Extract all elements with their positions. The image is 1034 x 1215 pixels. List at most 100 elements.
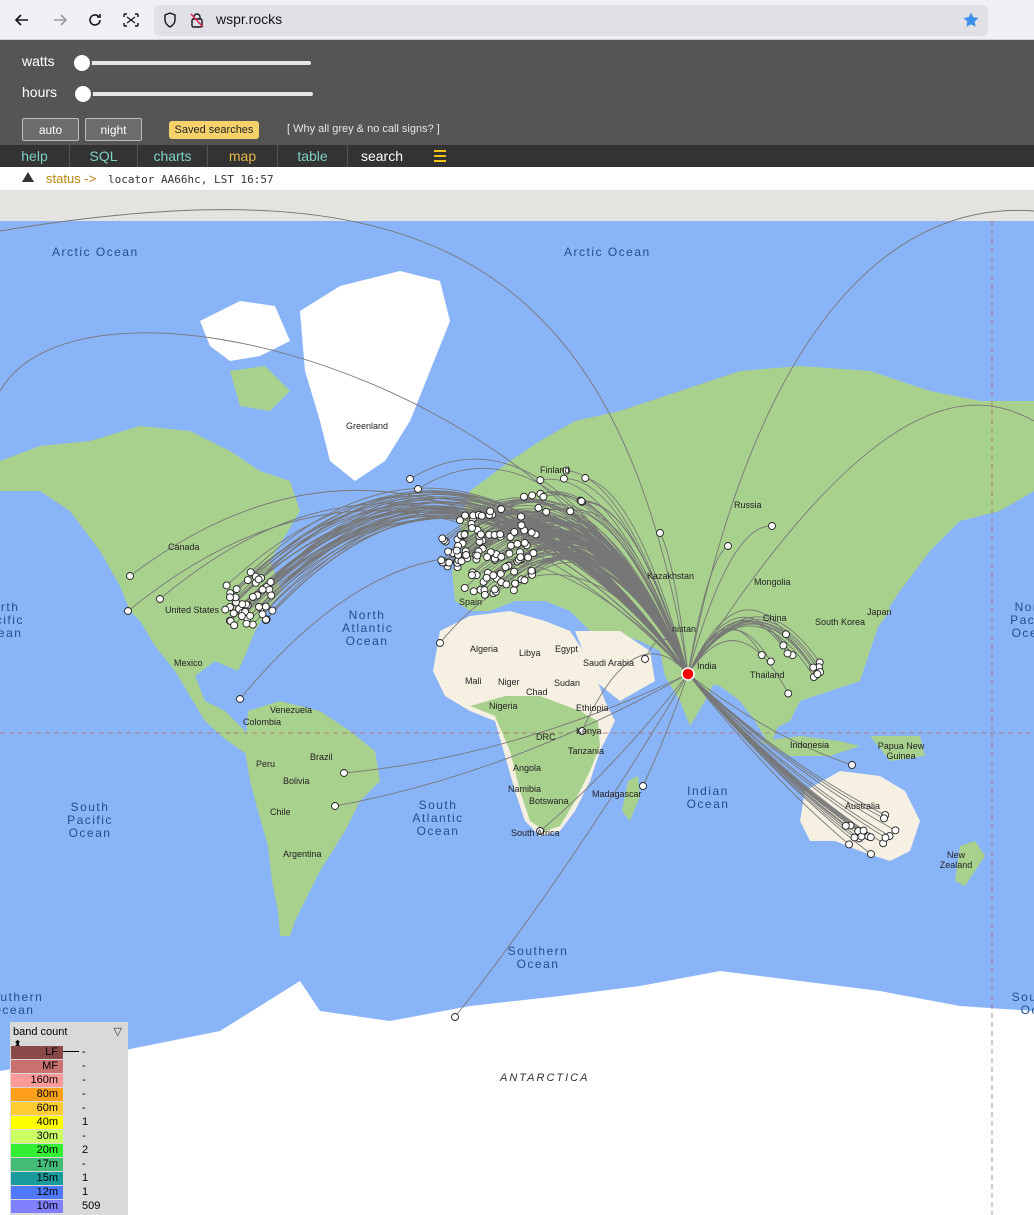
url-bar[interactable]: wspr.rocks <box>154 5 988 36</box>
legend-row-30m[interactable]: 30m - <box>10 1130 128 1144</box>
auto-button[interactable]: auto <box>22 118 79 141</box>
hours-slider-track[interactable] <box>80 92 313 96</box>
spot-marker <box>232 585 241 594</box>
spot-marker <box>809 663 818 672</box>
spot-marker <box>520 576 529 585</box>
tab-search[interactable]: search <box>348 145 416 167</box>
why-grey-link[interactable]: [ Why all grey & no call signs? ] <box>287 123 440 135</box>
spot-marker <box>536 476 545 485</box>
legend-row-10m[interactable]: 10m 509 <box>10 1200 128 1214</box>
spot-marker <box>513 539 522 548</box>
forward-arrow-icon[interactable] <box>46 6 74 34</box>
place-label: Thailand <box>750 670 785 680</box>
spot-marker <box>501 563 510 572</box>
spot-marker <box>222 581 231 590</box>
band-legend: band count ⬍ ▽ LF - MF -160m -80m -60m -40m 1 30… <box>10 1022 128 1215</box>
ocean-label: South Atlantic Ocean <box>412 798 464 838</box>
ocean-label: North Pacific Ocean <box>1010 600 1034 640</box>
legend-count: 1 <box>82 1186 89 1198</box>
spot-marker <box>768 522 776 530</box>
tab-bar: help SQL charts map table search <box>0 145 1034 167</box>
spot-marker <box>246 568 255 577</box>
spot-marker <box>469 587 478 596</box>
spot-marker <box>476 530 485 539</box>
spot-marker <box>848 761 856 769</box>
screenshot-icon[interactable] <box>117 6 145 34</box>
spot-marker <box>560 474 568 483</box>
legend-row-60m[interactable]: 60m - <box>10 1102 128 1116</box>
reload-icon[interactable] <box>81 6 109 34</box>
bookmark-star-icon[interactable] <box>962 11 980 33</box>
spot-marker <box>266 577 275 586</box>
spot-marker <box>248 620 257 629</box>
status-toggle[interactable]: status -> <box>46 171 96 186</box>
legend-row-15m[interactable]: 15m 1 <box>10 1172 128 1186</box>
legend-row-MF[interactable]: MF - <box>10 1060 128 1074</box>
spot-marker <box>124 607 132 615</box>
place-label: United States <box>165 605 220 615</box>
place-label: Niger <box>498 677 520 687</box>
ocean-label: Southern Ocean <box>0 990 44 1017</box>
saved-searches-button[interactable]: Saved searches <box>169 121 259 139</box>
legend-swatch: 160m <box>11 1074 63 1087</box>
legend-row-LF[interactable]: LF - <box>10 1046 128 1060</box>
shield-icon[interactable] <box>163 12 177 32</box>
legend-row-160m[interactable]: 160m - <box>10 1074 128 1088</box>
spot-marker <box>460 530 469 539</box>
spot-marker <box>238 600 247 609</box>
spot-marker <box>581 474 590 482</box>
hamburger-menu-icon[interactable] <box>434 150 446 162</box>
place-label: Chile <box>270 807 291 817</box>
place-label: Bolivia <box>283 776 310 786</box>
watts-slider-track[interactable] <box>80 61 311 65</box>
filter-icon[interactable]: ▽ <box>114 1025 122 1038</box>
spot-marker <box>783 649 792 658</box>
spot-marker <box>268 606 277 615</box>
ocean-label: North Atlantic Ocean <box>342 608 394 648</box>
insecure-lock-icon[interactable] <box>189 12 205 32</box>
back-arrow-icon[interactable] <box>8 6 36 34</box>
legend-swatch: 10m <box>11 1200 63 1213</box>
spot-marker <box>724 542 732 550</box>
legend-row-12m[interactable]: 12m 1 <box>10 1186 128 1200</box>
place-label: Angola <box>513 763 542 773</box>
hours-slider-thumb[interactable] <box>73 84 93 104</box>
world-map[interactable]: Arctic Ocean Arctic Ocean North Atlantic… <box>0 191 1034 1215</box>
spot-marker <box>445 558 453 567</box>
spot-marker <box>156 595 164 603</box>
spot-marker <box>258 585 267 594</box>
tab-sql[interactable]: SQL <box>70 145 138 167</box>
legend-row-80m[interactable]: 80m - <box>10 1088 128 1102</box>
place-label: Colombia <box>243 717 282 727</box>
spot-marker <box>460 584 469 592</box>
spot-marker <box>845 840 854 849</box>
spot-marker <box>242 619 251 628</box>
tab-help[interactable]: help <box>0 145 70 167</box>
spot-marker <box>489 571 498 580</box>
legend-row-17m[interactable]: 17m - <box>10 1158 128 1172</box>
tab-table[interactable]: table <box>278 145 348 167</box>
spot-marker <box>248 592 257 601</box>
place-label: China <box>763 613 787 623</box>
legend-row-40m[interactable]: 40m 1 <box>10 1116 128 1130</box>
control-panel: watts hours auto night Saved searches [ … <box>0 40 1034 145</box>
spot-marker <box>841 821 850 830</box>
place-label: Argentina <box>283 849 322 859</box>
spot-marker <box>452 546 461 555</box>
tab-charts[interactable]: charts <box>138 145 208 167</box>
spot-marker <box>243 576 252 585</box>
spot-marker <box>457 557 466 566</box>
night-button[interactable]: night <box>85 118 142 141</box>
ocean-label: South Pacific Ocean <box>67 800 113 840</box>
tab-map[interactable]: map <box>208 145 278 167</box>
legend-row-20m[interactable]: 20m 2 <box>10 1144 128 1158</box>
spot-marker <box>766 657 775 666</box>
spot-marker <box>505 549 514 558</box>
spot-marker <box>813 670 822 678</box>
spot-marker <box>520 538 529 547</box>
collapse-triangle-icon[interactable] <box>22 172 34 182</box>
place-label: Kenya <box>576 726 602 736</box>
spot-marker <box>497 505 506 514</box>
place-label: Tanzania <box>568 746 605 756</box>
watts-slider-thumb[interactable] <box>72 53 92 73</box>
